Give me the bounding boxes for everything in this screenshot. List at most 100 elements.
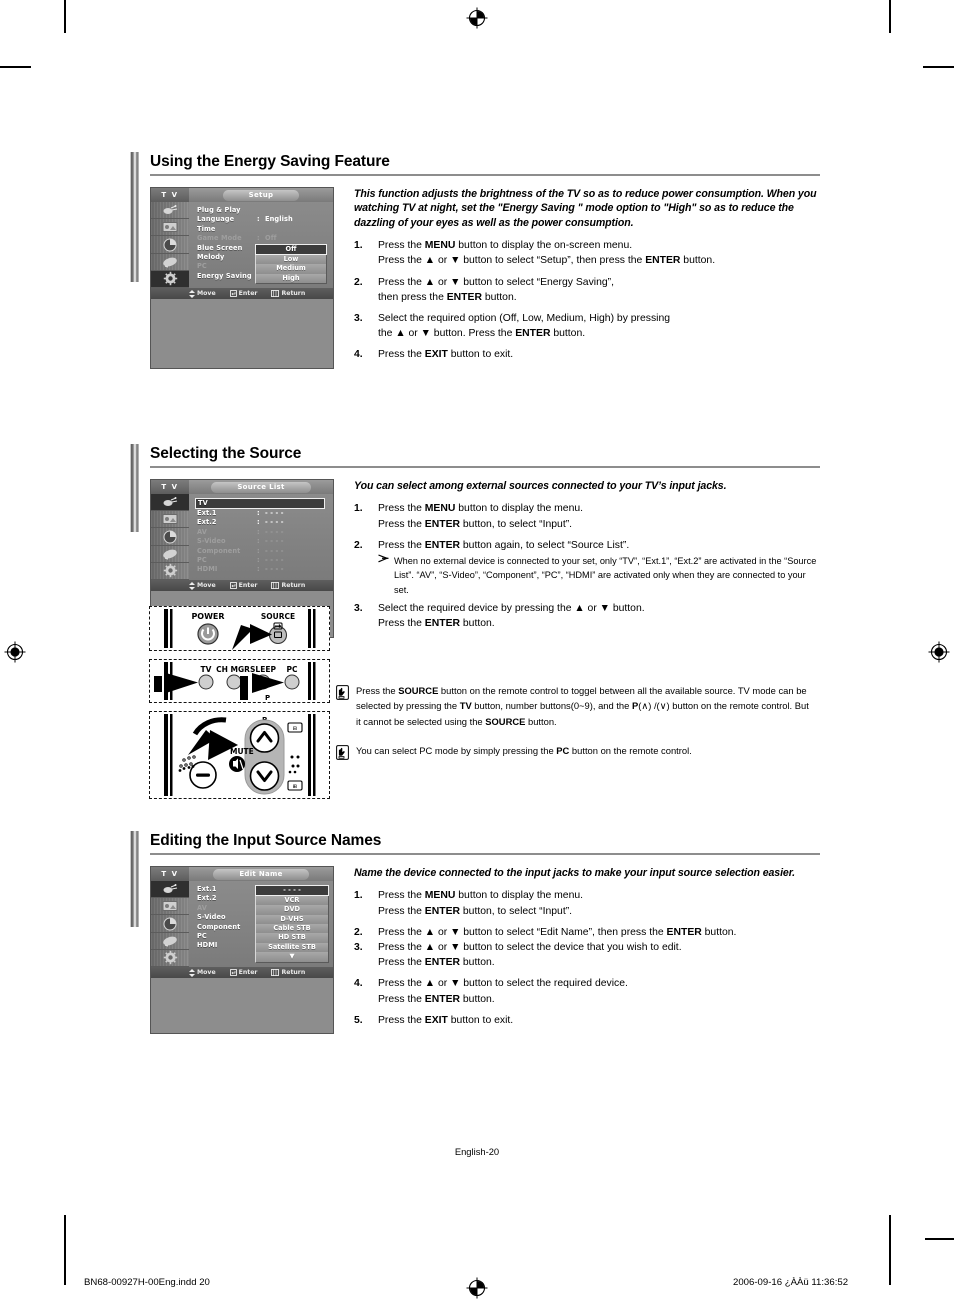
- osd-row-label: Ext.1: [197, 885, 217, 893]
- step-number: 1.: [354, 890, 363, 902]
- osd-row[interactable]: Language: English: [197, 215, 327, 224]
- osd-row[interactable]: Ext.1: - - - -: [197, 509, 327, 518]
- osd-row[interactable]: Plug & Play: [197, 206, 327, 215]
- crop-mark-right-mid-h: [925, 1238, 954, 1240]
- osd-icon-setup[interactable]: [151, 270, 189, 289]
- osd-mode-label: T V: [151, 480, 189, 494]
- osd-icon-sound[interactable]: [151, 236, 189, 254]
- osd-row[interactable]: S-Video: - - - -: [197, 537, 327, 546]
- remote-figure-channel: P MUTE: [149, 711, 330, 799]
- step-line: Press the ▲ or ▼ button to select “Energ…: [378, 276, 614, 288]
- osd-row[interactable]: Component: - - - -: [197, 547, 327, 556]
- osd-icon-channel[interactable]: [151, 545, 189, 563]
- step-text: Press the ENTER button again, to select …: [378, 538, 820, 553]
- osd-icon-input[interactable]: [151, 202, 189, 220]
- crop-mark-top-right-h: [923, 66, 954, 68]
- note-hand-icon: [336, 743, 356, 764]
- osd-option-scroll-down[interactable]: ▼: [255, 952, 329, 963]
- osd-row[interactable]: PC: - - - -: [197, 556, 327, 565]
- osd-icon-channel[interactable]: [151, 932, 189, 950]
- osd-row[interactable]: AV: - - - -: [197, 528, 327, 537]
- osd-row-label: Component: [197, 922, 241, 931]
- osd-option[interactable]: DVD: [255, 905, 329, 915]
- osd-row-value: - - - -: [265, 565, 284, 574]
- osd-icon-input[interactable]: [151, 881, 189, 899]
- osd-footer-enter: Enter: [229, 290, 257, 297]
- step-item: 3. Select the required option (Off, Low,…: [354, 311, 820, 341]
- osd-footer-enter: Enter: [229, 969, 257, 976]
- step-item: 2. Press the ▲ or ▼ button to select “Ed…: [354, 925, 820, 940]
- osd-row-value: - - - -: [265, 537, 284, 546]
- osd-icon-channel[interactable]: [151, 253, 189, 271]
- svg-text:⊞: ⊞: [293, 783, 297, 791]
- osd-option[interactable]: D-VHS: [255, 914, 329, 925]
- osd-row-value: - - - -: [265, 518, 284, 527]
- osd-row[interactable]: Time: [197, 225, 327, 234]
- osd-row[interactable]: Game Mode: Off: [197, 234, 327, 243]
- registration-mark-left: [4, 641, 26, 663]
- osd-icon-setup[interactable]: [151, 562, 189, 581]
- step-text: Press the MENU button to display the on-…: [378, 238, 820, 268]
- osd-icon-picture[interactable]: [151, 219, 189, 237]
- step-item: 2. Press the ENTER button again, to sele…: [354, 538, 820, 553]
- step-line: Press the ▲ or ▼ button to select “Edit …: [378, 926, 737, 938]
- osd-option[interactable]: Cable STB: [255, 924, 329, 934]
- osd-row-value: - - - -: [265, 555, 284, 564]
- osd-row-value: - - - -: [265, 546, 284, 555]
- osd-icon-setup[interactable]: [151, 949, 189, 968]
- osd-mode-label: T V: [151, 867, 189, 881]
- step-line: Press the ENTER button.: [378, 993, 495, 1005]
- osd-title-area: Setup: [189, 188, 333, 202]
- osd-row[interactable]: Ext.2: - - - -: [197, 518, 327, 527]
- osd-body: Ext.1: Ext.2: AV: S-Video: Component: PC…: [151, 881, 333, 968]
- osd-icon-input[interactable]: [151, 494, 189, 512]
- osd-option[interactable]: Low: [255, 254, 327, 265]
- remote-pc-label: PC: [286, 665, 297, 674]
- remote-top-illustration: POWER SOURCE: [164, 609, 316, 650]
- step-text: Press the ▲ or ▼ button to select “Edit …: [378, 925, 820, 940]
- osd-icon-sound[interactable]: [151, 528, 189, 546]
- osd-option-selected[interactable]: - - - -: [255, 884, 329, 896]
- osd-item-list: Plug & Play Language: English Time Game M…: [189, 202, 333, 288]
- step-number: 3.: [354, 603, 363, 615]
- osd-icon-picture[interactable]: [151, 511, 189, 529]
- remote-p-label: P: [265, 694, 270, 702]
- updown-arrow-icon: [189, 289, 195, 298]
- osd-setup-menu: T V Setup Plug & Play Language: English…: [150, 187, 334, 369]
- step-list: 1. Press the MENU button to display the …: [354, 888, 820, 1028]
- osd-icon-column: [151, 202, 189, 289]
- osd-option[interactable]: Satellite STB: [255, 942, 329, 953]
- osd-option[interactable]: Medium: [255, 264, 327, 274]
- step-line: Select the required device by pressing t…: [378, 603, 645, 615]
- osd-option[interactable]: HD STB: [255, 933, 329, 943]
- step-text: Select the required device by pressing t…: [378, 601, 820, 631]
- step-item: 4. Press the EXIT button to exit.: [354, 347, 820, 362]
- osd-icon-picture[interactable]: [151, 898, 189, 916]
- osd-option[interactable]: High: [255, 273, 327, 285]
- osd-row-colon: :: [257, 565, 260, 574]
- osd-option-list: Off Low Medium High: [255, 243, 327, 285]
- note-item: You can select PC mode by simply pressin…: [336, 743, 816, 764]
- menu-key-icon: [271, 290, 280, 297]
- osd-row[interactable]: HDMI: - - - -: [197, 565, 327, 574]
- step-number: [354, 554, 378, 597]
- osd-option[interactable]: VCR: [255, 895, 329, 906]
- osd-row-label: S-Video: [197, 913, 226, 922]
- osd-icon-column: [151, 881, 189, 968]
- osd-row-selected[interactable]: TV: [195, 498, 325, 509]
- step-line: Press the ENTER button, to select “Input…: [378, 905, 573, 917]
- step-text: Press the ▲ or ▼ button to select the de…: [378, 940, 820, 970]
- step-line: Press the ▲ or ▼ button to select “Setup…: [378, 255, 716, 267]
- step-number: 4.: [354, 978, 363, 990]
- osd-row-colon: :: [257, 518, 260, 527]
- osd-option-selected[interactable]: Off: [255, 243, 327, 255]
- osd-title-area: Source List: [189, 480, 333, 494]
- step-text: Press the EXIT button to exit.: [378, 347, 820, 362]
- remote-tv-label: TV: [201, 665, 212, 674]
- osd-footer-return: Return: [271, 582, 305, 589]
- registration-mark-top: [466, 7, 488, 29]
- section-divider: [150, 174, 820, 176]
- osd-row-label: HDMI: [197, 565, 218, 574]
- osd-icon-sound[interactable]: [151, 915, 189, 933]
- step-number: 1.: [354, 503, 363, 515]
